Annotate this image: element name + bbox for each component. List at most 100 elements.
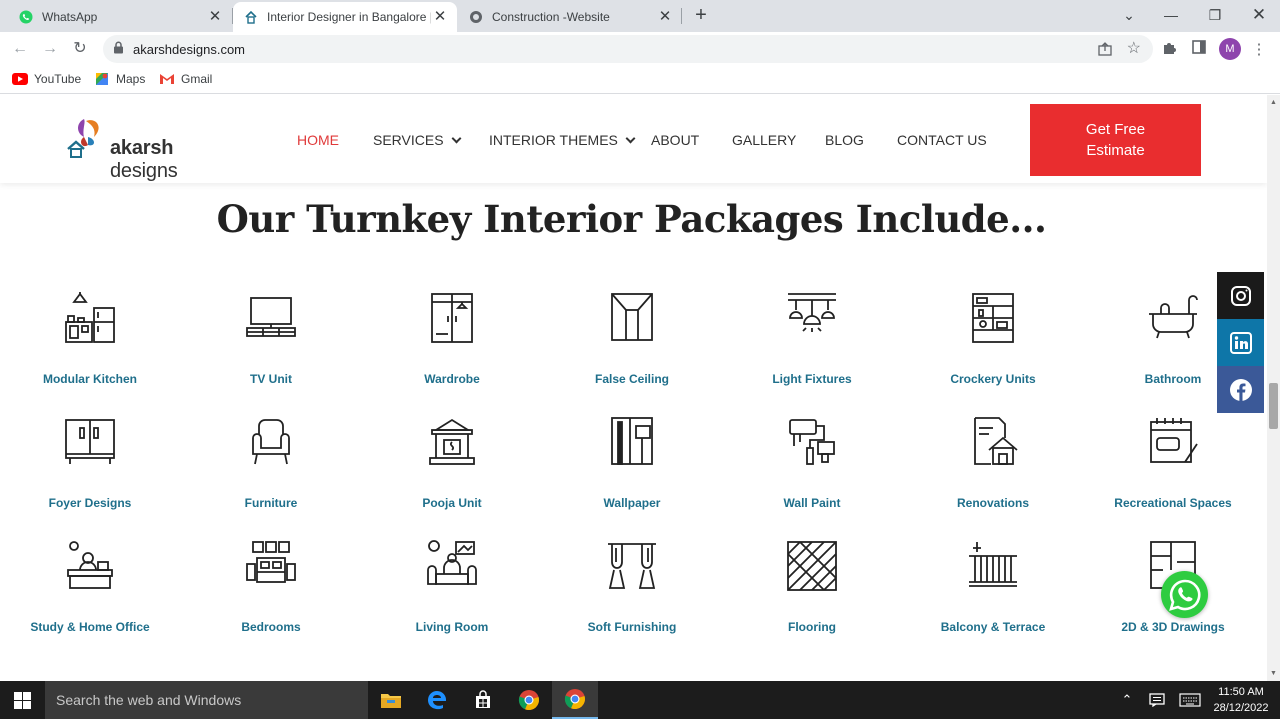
nav-gallery[interactable]: GALLERY: [732, 132, 796, 148]
tab-search-chevron-icon[interactable]: ⌄: [1107, 0, 1151, 30]
restore-icon[interactable]: ❐: [1193, 0, 1237, 30]
chrome-icon[interactable]: [506, 681, 552, 719]
tab-akarsh-designs[interactable]: Interior Designer in Bangalore | Best ✕: [233, 2, 457, 32]
side-panel-icon[interactable]: [1189, 40, 1209, 60]
file-explorer-icon[interactable]: [368, 681, 414, 719]
package-label: Crockery Units: [950, 372, 1036, 386]
facebook-button[interactable]: [1217, 366, 1264, 413]
package-item[interactable]: Study & Home Office: [0, 540, 180, 634]
package-item[interactable]: Flooring: [722, 540, 902, 634]
windows-start-icon[interactable]: [0, 681, 45, 719]
reload-icon[interactable]: ↻: [68, 37, 92, 61]
tab-title: WhatsApp: [42, 10, 98, 24]
package-item[interactable]: Wallpaper: [542, 416, 722, 510]
maps-icon: [94, 72, 110, 86]
site-header: akarsh designs HOME SERVICES INTERIOR TH…: [0, 95, 1267, 183]
web-page: akarsh designs HOME SERVICES INTERIOR TH…: [0, 95, 1267, 681]
chevron-down-icon: [625, 133, 636, 144]
linkedin-button[interactable]: [1217, 319, 1264, 366]
nav-interior-themes[interactable]: INTERIOR THEMES: [489, 132, 636, 148]
share-icon[interactable]: [1097, 41, 1113, 57]
whatsapp-chat-button[interactable]: [1161, 571, 1208, 618]
package-item[interactable]: False Ceiling: [542, 292, 722, 386]
scroll-down-icon[interactable]: ▼: [1270, 670, 1277, 677]
instagram-icon: [1230, 285, 1251, 306]
package-item[interactable]: Furniture: [181, 416, 361, 510]
close-icon[interactable]: ✕: [206, 8, 224, 26]
nav-about[interactable]: ABOUT: [651, 132, 699, 148]
package-label: TV Unit: [250, 372, 292, 386]
bookmark-maps[interactable]: Maps: [94, 72, 145, 86]
chrome-active-icon[interactable]: [552, 681, 598, 719]
notification-icon[interactable]: [1145, 681, 1169, 719]
facebook-icon: [1229, 378, 1252, 401]
extensions-icon[interactable]: [1159, 40, 1179, 60]
tab-whatsapp[interactable]: WhatsApp ✕: [8, 2, 232, 32]
package-item[interactable]: Light Fixtures: [722, 292, 902, 386]
nav-contact-us[interactable]: CONTACT US: [897, 132, 987, 148]
back-icon[interactable]: ←: [8, 37, 32, 61]
globe-icon: [468, 9, 484, 25]
close-icon[interactable]: ✕: [431, 8, 449, 26]
close-icon[interactable]: ✕: [656, 8, 674, 26]
bookmark-star-icon[interactable]: ☆: [1127, 38, 1141, 58]
akarsh-favicon: [243, 9, 259, 25]
package-item[interactable]: Soft Furnishing: [542, 540, 722, 634]
lock-icon[interactable]: [113, 41, 125, 55]
tv-unit-icon: [246, 297, 296, 337]
renovation-icon: [974, 417, 1018, 465]
package-item[interactable]: Crockery Units: [903, 292, 1083, 386]
bookmark-label: Gmail: [181, 72, 213, 86]
package-item[interactable]: Living Room: [362, 540, 542, 634]
bookmark-youtube[interactable]: YouTube: [12, 72, 81, 86]
menu-kebab-icon[interactable]: ⋮: [1249, 40, 1269, 60]
address-bar[interactable]: akarshdesigns.com ☆: [103, 35, 1153, 63]
package-item[interactable]: Wardrobe: [362, 292, 542, 386]
forward-icon[interactable]: →: [38, 37, 62, 61]
package-label: Balcony & Terrace: [940, 620, 1046, 634]
study-desk-icon: [67, 541, 113, 589]
package-label: Soft Furnishing: [587, 620, 677, 634]
tab-construction-website[interactable]: Construction -Website ✕: [458, 2, 682, 32]
keyboard-icon[interactable]: [1176, 681, 1204, 719]
package-item[interactable]: Recreational Spaces: [1083, 416, 1263, 510]
youtube-icon: [12, 72, 28, 86]
chevron-down-icon: [451, 133, 461, 144]
bookmark-label: YouTube: [34, 72, 82, 86]
new-tab-icon[interactable]: +: [690, 4, 712, 28]
package-item[interactable]: Pooja Unit: [362, 416, 542, 510]
bookmark-gmail[interactable]: Gmail: [159, 72, 212, 86]
gmail-icon: [159, 72, 175, 86]
package-item[interactable]: Foyer Designs: [0, 416, 180, 510]
site-logo[interactable]: akarsh designs: [66, 115, 236, 182]
package-label: Pooja Unit: [422, 496, 482, 510]
package-item[interactable]: Modular Kitchen: [0, 292, 180, 386]
edge-icon[interactable]: [414, 681, 460, 719]
package-item[interactable]: Bedrooms: [181, 540, 361, 634]
nav-home[interactable]: HOME: [297, 132, 339, 148]
package-label: Wardrobe: [424, 372, 480, 386]
store-icon[interactable]: [460, 681, 506, 719]
instagram-button[interactable]: [1217, 272, 1264, 319]
bookmark-label: Maps: [116, 72, 146, 86]
package-item[interactable]: Balcony & Terrace: [903, 540, 1083, 634]
get-free-estimate-button[interactable]: Get Free Estimate: [1030, 104, 1201, 176]
package-item[interactable]: Wall Paint: [722, 416, 902, 510]
logo-brand-bold: akarsh: [110, 137, 174, 159]
package-item[interactable]: Renovations: [903, 416, 1083, 510]
system-clock[interactable]: 11:50 AM 28/12/2022: [1206, 684, 1276, 716]
crockery-icon: [972, 293, 1014, 343]
taskbar-search-input[interactable]: Search the web and Windows: [45, 681, 368, 719]
tab-title: Construction -Website: [492, 10, 610, 24]
avatar[interactable]: M: [1219, 38, 1241, 60]
page-scrollbar[interactable]: ▲ ▼: [1267, 95, 1280, 681]
nav-blog[interactable]: BLOG: [825, 132, 864, 148]
scrollbar-thumb[interactable]: [1269, 383, 1278, 429]
close-window-icon[interactable]: ✕: [1237, 0, 1280, 30]
package-item[interactable]: TV Unit: [181, 292, 361, 386]
minimize-icon[interactable]: —: [1149, 0, 1193, 30]
scroll-up-icon[interactable]: ▲: [1270, 99, 1277, 106]
tray-chevron-icon[interactable]: ⌃: [1116, 681, 1138, 719]
whatsapp-icon: [18, 9, 34, 25]
nav-services[interactable]: SERVICES: [373, 132, 461, 148]
